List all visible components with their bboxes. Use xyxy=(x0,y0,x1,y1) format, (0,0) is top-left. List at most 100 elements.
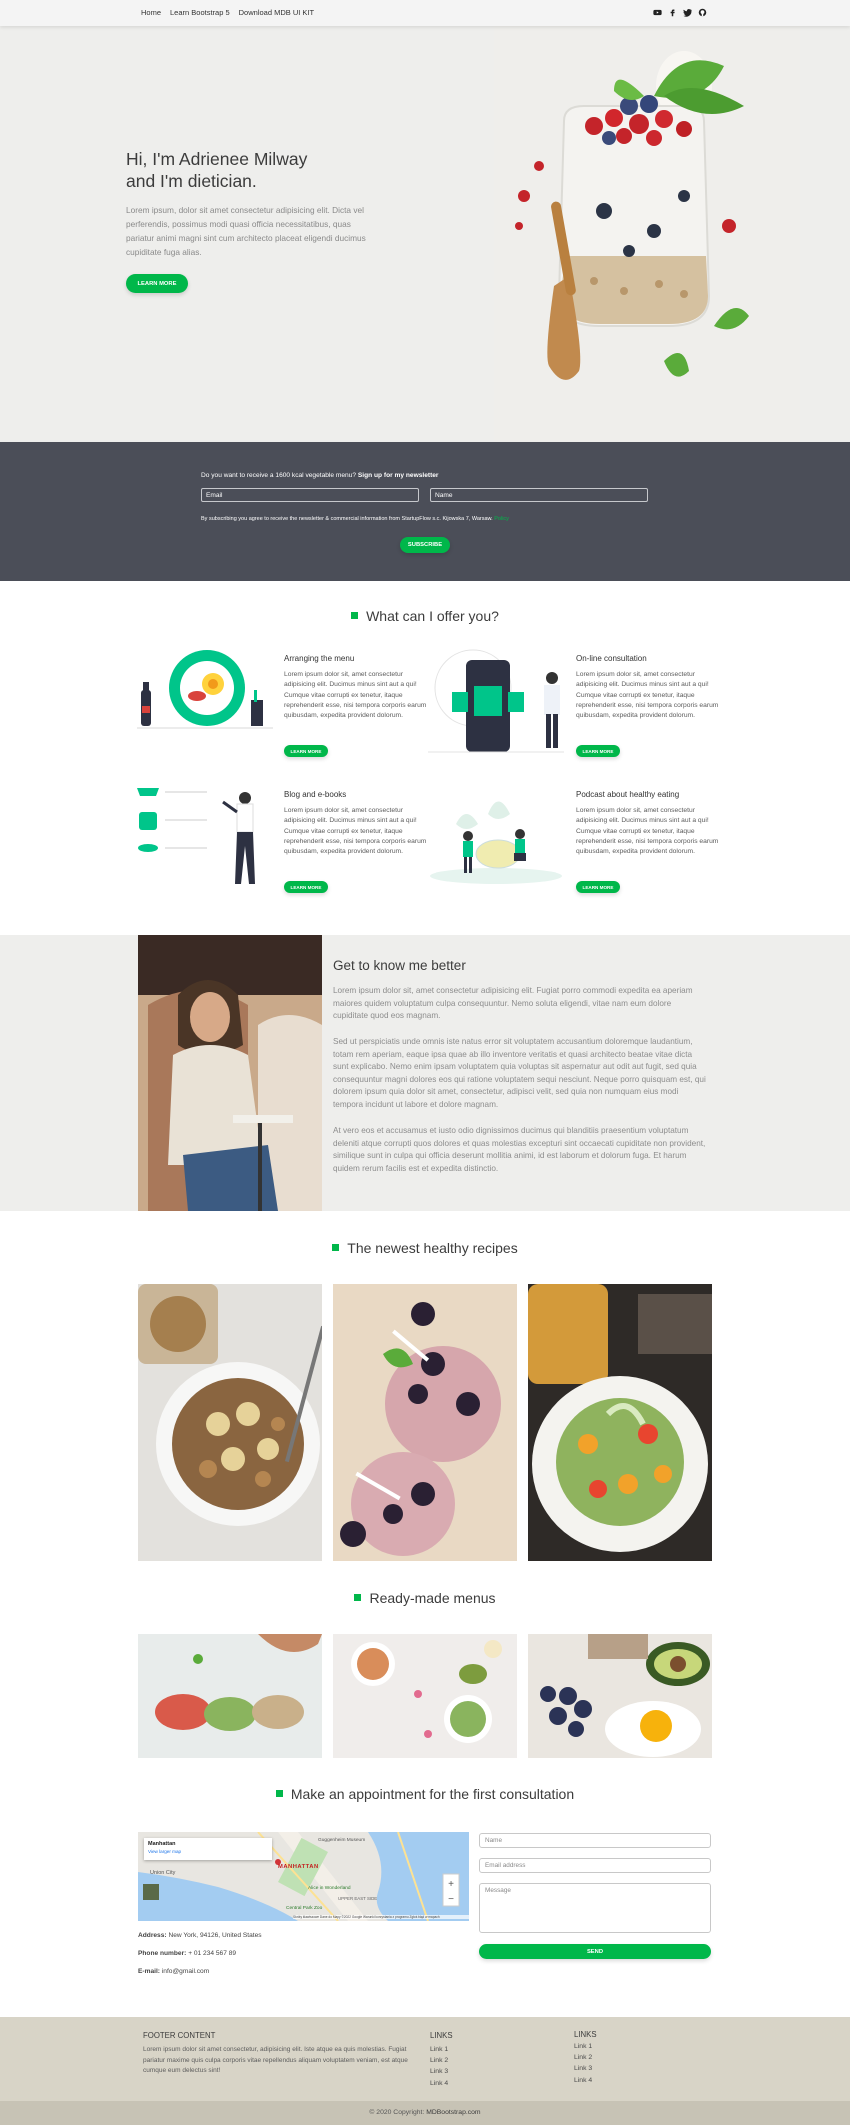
nav-link-download-mdb[interactable]: Download MDB UI KIT xyxy=(239,8,314,17)
offer-section-title: What can I offer you? xyxy=(0,608,850,624)
footer-links-title-1: LINKS xyxy=(430,2031,453,2040)
appointment-email-input[interactable] xyxy=(479,1858,711,1873)
hero-yogurt-photo xyxy=(494,26,800,442)
recipe-berry-smoothie-image[interactable] xyxy=(333,1284,517,1561)
github-icon[interactable] xyxy=(698,8,707,17)
menu-toasts-image[interactable] xyxy=(138,1634,322,1758)
map-view-larger-link[interactable]: View larger map xyxy=(148,1849,268,1854)
offer-title-podcast: Podcast about healthy eating xyxy=(576,790,680,799)
map-info-card: Manhattan View larger map xyxy=(144,1838,272,1860)
recipes-section-title: The newest healthy recipes xyxy=(0,1240,850,1256)
contact-email: E-mail: info@gmail.com xyxy=(138,1968,209,1975)
offer-title-blog: Blog and e-books xyxy=(284,790,347,799)
facebook-icon[interactable] xyxy=(668,8,677,17)
menus-section-title: Ready-made menus xyxy=(0,1590,850,1606)
online-consultation-illustration xyxy=(428,649,564,753)
offer-blog-learn-more-button[interactable]: LEARN MORE xyxy=(284,881,328,893)
footer-content-title: FOOTER CONTENT xyxy=(143,2031,216,2040)
recipes-title-text: The newest healthy recipes xyxy=(347,1240,518,1256)
offer-title-online: On-line consultation xyxy=(576,654,647,663)
arranging-menu-illustration xyxy=(137,650,273,729)
social-icons xyxy=(653,8,707,17)
twitter-icon[interactable] xyxy=(683,8,692,17)
nav-link-learn-bootstrap[interactable]: Learn Bootstrap 5 xyxy=(170,8,230,17)
offer-text-arranging: Lorem ipsum dolor sit, amet consectetur … xyxy=(284,671,427,720)
footer-link-3[interactable]: Link 3 xyxy=(430,2066,448,2077)
offer-arranging-learn-more-button[interactable]: LEARN MORE xyxy=(284,745,328,757)
hero-learn-more-button[interactable]: LEARN MORE xyxy=(126,274,188,293)
hero-title-line2: and I'm dietician. xyxy=(126,171,257,191)
newsletter-policy-link[interactable]: Policy xyxy=(494,516,509,522)
offer-text-blog: Lorem ipsum dolor sit, amet consectetur … xyxy=(284,807,427,856)
footer-links-list-2: Link 1 Link 2 Link 3 Link 4 xyxy=(574,2041,592,2086)
offer-text-online: Lorem ipsum dolor sit, amet consectetur … xyxy=(576,671,719,720)
map-label-alice: Alice in Wonderland xyxy=(308,1886,351,1891)
youtube-icon[interactable] xyxy=(653,8,662,17)
recipe-salad-plate-image[interactable] xyxy=(528,1284,712,1561)
menus-title-text: Ready-made menus xyxy=(369,1590,496,1606)
newsletter-section: Do you want to receive a 1600 kcal veget… xyxy=(0,442,850,581)
map-label-union-city: Union City xyxy=(150,1870,176,1876)
footer-link-1[interactable]: Link 1 xyxy=(574,2041,592,2052)
footer-links-list-1: Link 1 Link 2 Link 3 Link 4 xyxy=(430,2044,448,2089)
footer: FOOTER CONTENT Lorem ipsum dolor sit ame… xyxy=(0,2017,850,2101)
hero-section: Hi, I'm Adrienee Milway and I'm dieticia… xyxy=(0,26,850,442)
email-value[interactable]: info@gmail.com xyxy=(162,1968,209,1975)
newsletter-note-text: By subscribing you agree to receive the … xyxy=(201,516,493,522)
copyright-text: © 2020 Copyright: xyxy=(369,2109,427,2116)
footer-link-2[interactable]: Link 2 xyxy=(574,2052,592,2063)
nav-links: Home Learn Bootstrap 5 Download MDB UI K… xyxy=(141,8,314,17)
newsletter-name-input[interactable] xyxy=(430,488,648,502)
offer-text-podcast: Lorem ipsum dolor sit, amet consectetur … xyxy=(576,807,719,856)
appointment-message-textarea[interactable] xyxy=(479,1883,711,1933)
phone-value: + 01 234 567 89 xyxy=(188,1950,237,1957)
menu-eggs-avocado-image[interactable] xyxy=(528,1634,712,1758)
contact-address: Address: New York, 94126, United States xyxy=(138,1932,262,1939)
offer-podcast-learn-more-button[interactable]: LEARN MORE xyxy=(576,881,620,893)
hero-title-line1: Hi, I'm Adrienee Milway xyxy=(126,149,308,169)
about-title: Get to know me better xyxy=(333,958,466,973)
newsletter-email-input[interactable] xyxy=(201,488,419,502)
menu-bowls-image[interactable] xyxy=(333,1634,517,1758)
footer-links-title-2: LINKS xyxy=(574,2030,597,2039)
about-section: Get to know me better Lorem ipsum dolor … xyxy=(0,935,850,1211)
title-marker xyxy=(351,611,359,619)
footer-link-2[interactable]: Link 2 xyxy=(430,2055,448,2066)
copyright-bar: © 2020 Copyright: MDBootstrap.com xyxy=(0,2101,850,2125)
map-footer-attribution: Skróty klawiszowe Dane do Mapy ©2022 Goo… xyxy=(293,1915,469,1919)
newsletter-question-text: Do you want to receive a 1600 kcal veget… xyxy=(201,472,358,479)
phone-label: Phone number: xyxy=(138,1950,187,1957)
footer-link-4[interactable]: Link 4 xyxy=(574,2075,592,2086)
address-value: New York, 94126, United States xyxy=(168,1932,262,1939)
google-map[interactable]: + − Manhattan View larger map MANHATTAN … xyxy=(138,1832,469,1921)
nav-link-home[interactable]: Home xyxy=(141,8,161,17)
appointment-section-title: Make an appointment for the first consul… xyxy=(0,1786,850,1802)
hero-title: Hi, I'm Adrienee Milway and I'm dieticia… xyxy=(126,148,426,192)
appointment-title-text: Make an appointment for the first consul… xyxy=(290,1786,575,1802)
title-marker xyxy=(354,1593,362,1601)
about-paragraph-2: Sed ut perspiciatis unde omnis iste natu… xyxy=(333,1037,706,1109)
offer-online-learn-more-button[interactable]: LEARN MORE xyxy=(576,745,620,757)
appointment-send-button[interactable]: SEND xyxy=(479,1944,711,1959)
navbar: Home Learn Bootstrap 5 Download MDB UI K… xyxy=(0,0,850,26)
appointment-name-input[interactable] xyxy=(479,1833,711,1848)
offer-title-text: What can I offer you? xyxy=(366,608,499,624)
newsletter-subscribe-button[interactable]: SUBSCRIBE xyxy=(400,537,450,553)
title-marker xyxy=(332,1243,340,1251)
newsletter-question-bold: Sign up for my newsletter xyxy=(357,472,439,479)
footer-link-1[interactable]: Link 1 xyxy=(430,2044,448,2055)
title-marker xyxy=(275,1789,283,1797)
about-paragraph-3: At vero eos et accusamus et iusto odio d… xyxy=(333,1126,706,1173)
footer-link-4[interactable]: Link 4 xyxy=(430,2078,448,2089)
svg-text:+: + xyxy=(448,1879,454,1890)
recipe-granola-bowl-image[interactable] xyxy=(138,1284,322,1561)
podcast-illustration xyxy=(430,801,562,884)
svg-text:−: − xyxy=(448,1894,454,1905)
email-label: E-mail: xyxy=(138,1968,160,1975)
copyright-brand-link[interactable]: MDBootstrap.com xyxy=(426,2109,480,2116)
footer-link-3[interactable]: Link 3 xyxy=(574,2063,592,2074)
blog-ebooks-illustration xyxy=(137,788,255,884)
hero-text: Lorem ipsum, dolor sit amet consectetur … xyxy=(126,205,366,257)
map-label-guggenheim: Guggenheim Museum xyxy=(318,1838,366,1843)
map-place-name: Manhattan xyxy=(148,1841,176,1847)
